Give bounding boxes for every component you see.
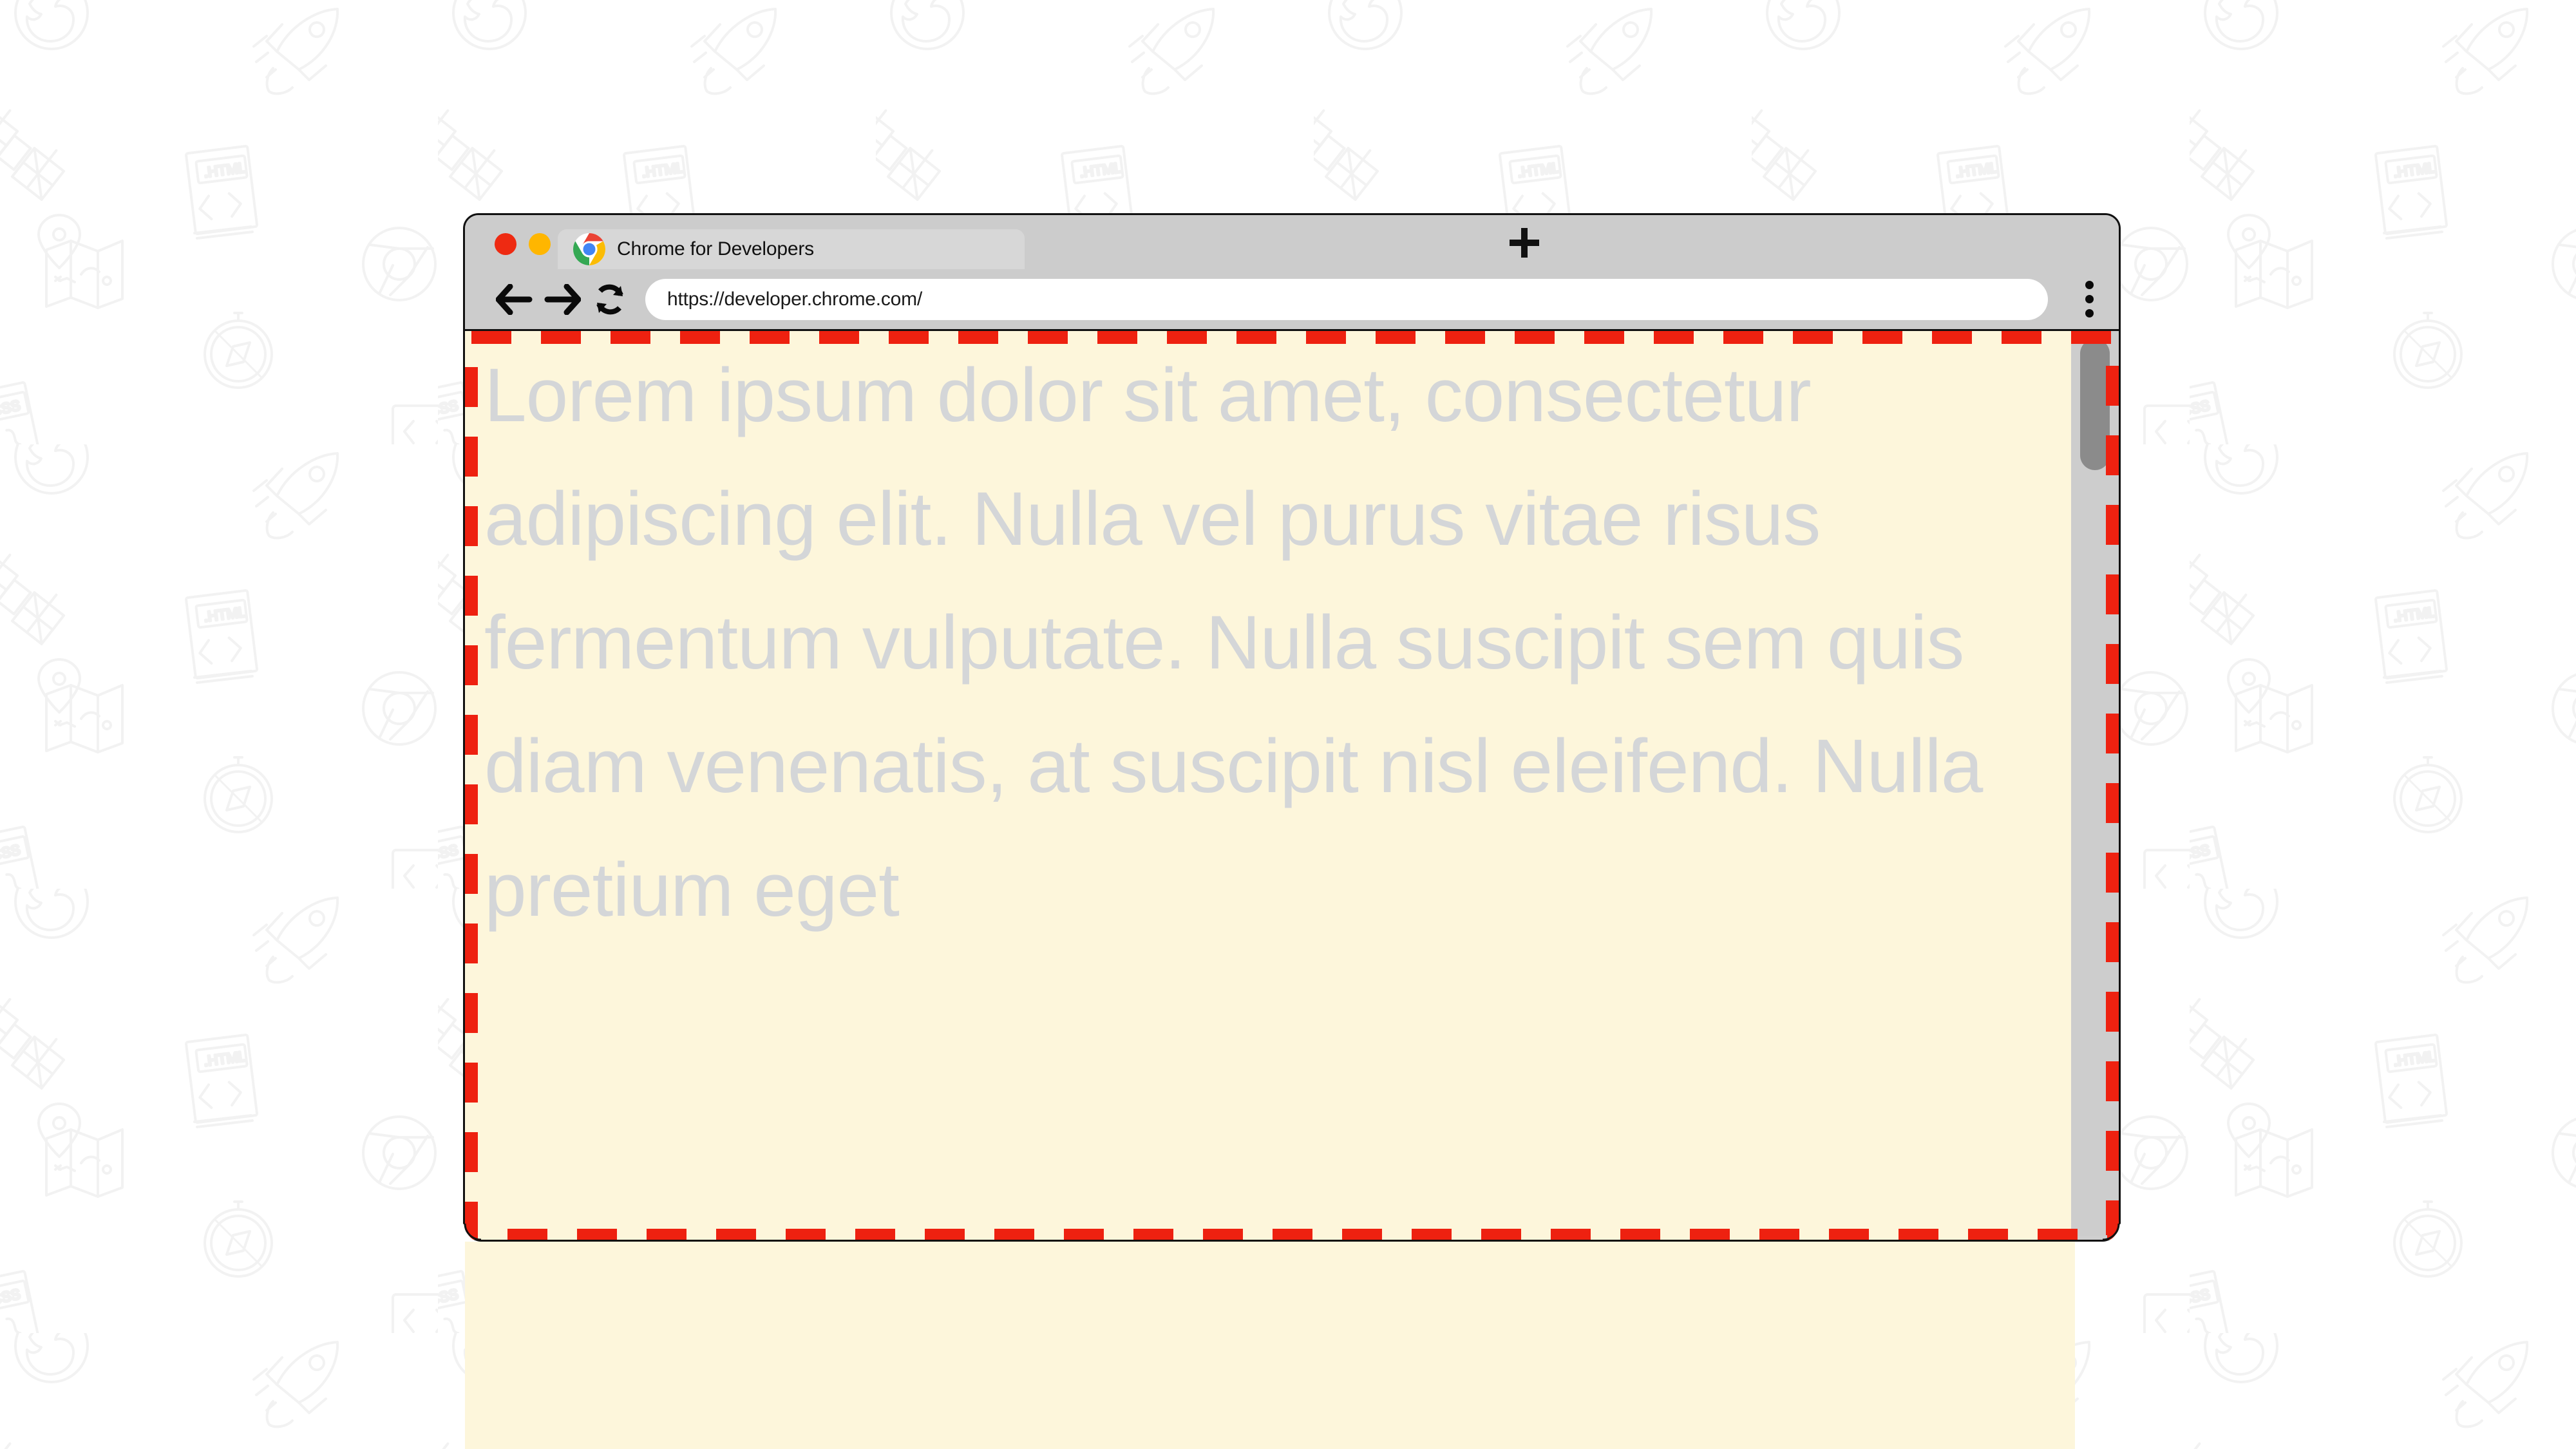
window-corner-bottom-right [2103, 1224, 2121, 1242]
page-body-text: Lorem ipsum dolor sit amet, consectetur … [484, 353, 1983, 933]
reload-button[interactable] [586, 276, 634, 323]
arrow-left-icon [496, 283, 533, 315]
scrollbar-thumb[interactable] [2080, 339, 2110, 470]
arrow-right-icon [544, 283, 581, 315]
new-tab-button[interactable] [1503, 222, 1546, 264]
window-bottom-edge [463, 1240, 2121, 1242]
window-corner-bottom-left [463, 1224, 481, 1242]
menu-dot [2085, 309, 2094, 317]
minimize-button[interactable] [529, 233, 551, 255]
tab-chrome-for-developers[interactable]: Chrome for Developers [558, 229, 1025, 269]
close-button[interactable] [495, 233, 516, 255]
menu-dot [2085, 295, 2094, 303]
address-bar[interactable]: https://developer.chrome.com/ [645, 278, 2048, 320]
browser-toolbar: https://developer.chrome.com/ [465, 269, 2119, 331]
chrome-logo-icon [573, 233, 605, 265]
address-bar-url[interactable]: https://developer.chrome.com/ [667, 289, 922, 310]
forward-button[interactable] [538, 276, 586, 323]
browser-viewport: Lorem ipsum dolor sit amet, consectetur … [465, 331, 2119, 1449]
menu-dot [2085, 281, 2094, 289]
browser-window: Chrome for Developers https://developer.… [463, 213, 2121, 1449]
vertical-scrollbar[interactable] [2071, 331, 2119, 1236]
tab-strip: Chrome for Developers [465, 215, 2119, 269]
reload-icon [596, 284, 623, 314]
back-button[interactable] [491, 276, 538, 323]
plus-icon [1510, 228, 1539, 258]
page-content: Lorem ipsum dolor sit amet, consectetur … [465, 331, 2075, 1449]
three-dot-menu-icon[interactable] [2074, 279, 2105, 320]
tab-title: Chrome for Developers [617, 238, 814, 260]
